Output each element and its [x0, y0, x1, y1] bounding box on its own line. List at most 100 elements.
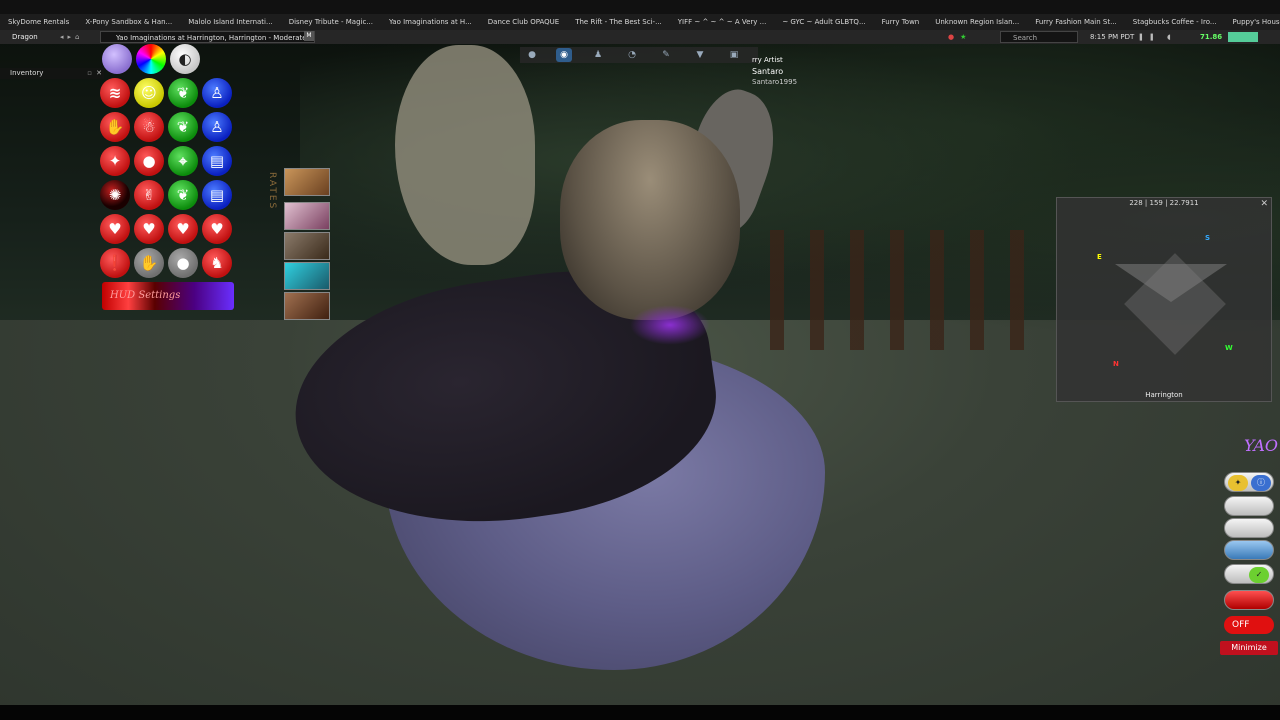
search-input[interactable]: Search — [1000, 31, 1078, 43]
location-field[interactable]: Yao Imaginations at Harrington, Harringt… — [100, 31, 315, 43]
compass-w: W — [1225, 344, 1233, 352]
places-icon[interactable]: ◔ — [624, 48, 640, 62]
hud-button[interactable]: ❦ — [168, 112, 198, 142]
favorite-landmark[interactable]: Malolo Island Internati... — [180, 14, 280, 30]
figure-icon: ✦ — [1228, 475, 1248, 491]
fps-counter: 71.86 — [1200, 33, 1223, 41]
hud-button[interactable]: ◐ — [170, 44, 200, 74]
home-icon[interactable]: ⌂ — [75, 33, 83, 41]
photo-board[interactable] — [280, 168, 336, 320]
hud-button[interactable]: ♙ — [202, 78, 232, 108]
info-icon: ⓘ — [1251, 475, 1271, 491]
inventory-title: Inventory — [10, 69, 44, 77]
hud-button[interactable]: ✦ — [100, 146, 130, 176]
minimap-coordinates: 228 | 159 | 22.7911 — [1129, 199, 1199, 207]
heart-icon[interactable]: ♥ — [202, 214, 232, 244]
hud-settings-button[interactable]: HUD Settings — [102, 282, 234, 310]
hud-button[interactable]: ♙ — [202, 112, 232, 142]
purple-collar-glow — [630, 305, 710, 345]
appearance-icon[interactable]: ▼ — [692, 48, 708, 62]
load-menu-button[interactable] — [1224, 540, 1274, 560]
inventory-icon[interactable]: ▣ — [726, 48, 742, 62]
photo-thumbnail[interactable] — [284, 202, 330, 230]
minimap-region: Harrington — [1145, 391, 1183, 399]
media-controls: ❚❚ ◖ — [1138, 30, 1176, 44]
photo-thumbnail[interactable] — [284, 232, 330, 260]
minimize-button[interactable]: Minimize — [1220, 641, 1278, 655]
main-menu[interactable]: Dragon — [12, 30, 38, 44]
photo-thumbnail[interactable] — [284, 262, 330, 290]
favorite-landmark[interactable]: SkyDome Rentals — [0, 14, 77, 30]
hud-toggle[interactable]: ✓ — [1224, 564, 1274, 584]
favorite-landmark[interactable]: Dance Club OPAQUE — [480, 14, 567, 30]
compass-n: N — [1113, 360, 1119, 368]
hud-toggle[interactable] — [1224, 590, 1274, 610]
hud-button[interactable]: ❦ — [168, 78, 198, 108]
close-icon[interactable]: ✕ — [1260, 199, 1268, 209]
inventory-window[interactable]: Inventory ▫ ✕ — [0, 68, 104, 79]
hud-button[interactable] — [102, 44, 132, 74]
compass-e: E — [1097, 253, 1102, 261]
hud-button[interactable]: ❗ — [100, 248, 130, 278]
favorite-star-icon[interactable]: ★ — [960, 33, 972, 41]
people-icon[interactable]: ♟ — [590, 48, 606, 62]
favorite-landmark[interactable]: X-Pony Sandbox & Han... — [77, 14, 180, 30]
chat-icon[interactable]: ◉ — [556, 48, 572, 62]
hud-button[interactable]: ● — [134, 146, 164, 176]
hud-button[interactable]: ⌖ — [168, 146, 198, 176]
avatar-head[interactable] — [560, 120, 740, 320]
pause-icon[interactable]: ❚❚ — [1138, 33, 1160, 41]
favorite-landmark[interactable]: Disney Tribute - Magic... — [281, 14, 381, 30]
search-placeholder: Search — [1013, 34, 1038, 42]
photo-thumbnail[interactable] — [284, 168, 330, 196]
hud-button[interactable]: ✋ — [100, 112, 130, 142]
location-text: Yao Imaginations at Harrington, Harringt… — [116, 34, 307, 42]
minimize-icon[interactable]: ▫ — [87, 68, 92, 79]
hud-toggle[interactable]: ✦ ⓘ — [1224, 472, 1274, 492]
favorite-landmark[interactable]: Unknown Region Islan... — [927, 14, 1027, 30]
avatar-nametag: rry Artist Santaro Santaro1995 — [752, 55, 797, 88]
volume-icon[interactable]: ◖ — [1167, 33, 1176, 41]
hud-button[interactable]: ✌ — [134, 180, 164, 210]
hud-button[interactable]: ✺ — [100, 180, 130, 210]
minimap[interactable]: 228 | 159 | 22.7911 ✕ E S W N Harrington — [1056, 197, 1272, 402]
hud-grid: ◐ ≋ ☺ ❦ ♙ ✋ ☃ ❦ ♙ ✦ ● ⌖ ▤ ✺ ✌ ❦ ▤ ♥ ♥ ♥ … — [100, 44, 240, 314]
forward-icon[interactable]: ▸ — [68, 33, 76, 41]
hud-button[interactable]: ♞ — [202, 248, 232, 278]
favorite-landmark[interactable]: Furry Town — [874, 14, 928, 30]
heart-icon[interactable]: ♥ — [168, 214, 198, 244]
hud-button[interactable]: ≋ — [100, 78, 130, 108]
favorite-landmark[interactable]: Puppy's House & Ocul... — [1225, 14, 1280, 30]
no-script-icon: ● — [948, 33, 961, 41]
power-toggle[interactable]: OFF — [1224, 616, 1274, 634]
favorite-landmark[interactable]: Furry Fashion Main St... — [1027, 14, 1125, 30]
hud-button[interactable]: ☺ — [134, 78, 164, 108]
navigation-bar: Dragon ◂▸⌂ Yao Imaginations at Harringto… — [0, 30, 1280, 44]
animation-hud: YAO ✦ ⓘ ✓ OFF Minimize — [1220, 436, 1280, 666]
hud-button[interactable]: ● — [168, 248, 198, 278]
hud-toggle[interactable] — [1224, 518, 1274, 538]
hud-button[interactable] — [136, 44, 166, 74]
favorite-landmark[interactable]: Stagbucks Coffee - Iro... — [1125, 14, 1225, 30]
favorites-bar: SkyDome Rentals X-Pony Sandbox & Han... Ma… — [0, 14, 1280, 30]
bottom-bar — [0, 705, 1280, 720]
favorite-landmark[interactable]: The Rift - The Best Sci-... — [567, 14, 670, 30]
microphone-icon[interactable]: ● — [524, 48, 540, 62]
heart-icon[interactable]: ♥ — [134, 214, 164, 244]
nametag-username: Santaro1995 — [752, 78, 798, 86]
hud-button[interactable]: ❦ — [168, 180, 198, 210]
hud-button[interactable]: ▤ — [202, 146, 232, 176]
heart-icon[interactable]: ♥ — [100, 214, 130, 244]
photo-thumbnail[interactable] — [284, 292, 330, 320]
hud-button[interactable]: ▤ — [202, 180, 232, 210]
pin-icon[interactable]: ✎ — [658, 48, 674, 62]
favorite-landmark[interactable]: YIFF ~ ^ ~ ^ ~ A Very ... — [670, 14, 775, 30]
hud-button[interactable]: ☃ — [134, 112, 164, 142]
favorite-landmark[interactable]: Yao Imaginations at H... — [381, 14, 480, 30]
status-icons: ●★ — [948, 30, 972, 44]
back-icon[interactable]: ◂ — [60, 33, 68, 41]
compass-s: S — [1205, 234, 1211, 242]
hud-button[interactable]: ✋ — [134, 248, 164, 278]
favorite-landmark[interactable]: ~ GYC ~ Adult GLBTQ... — [774, 14, 873, 30]
hud-toggle[interactable] — [1224, 496, 1274, 516]
